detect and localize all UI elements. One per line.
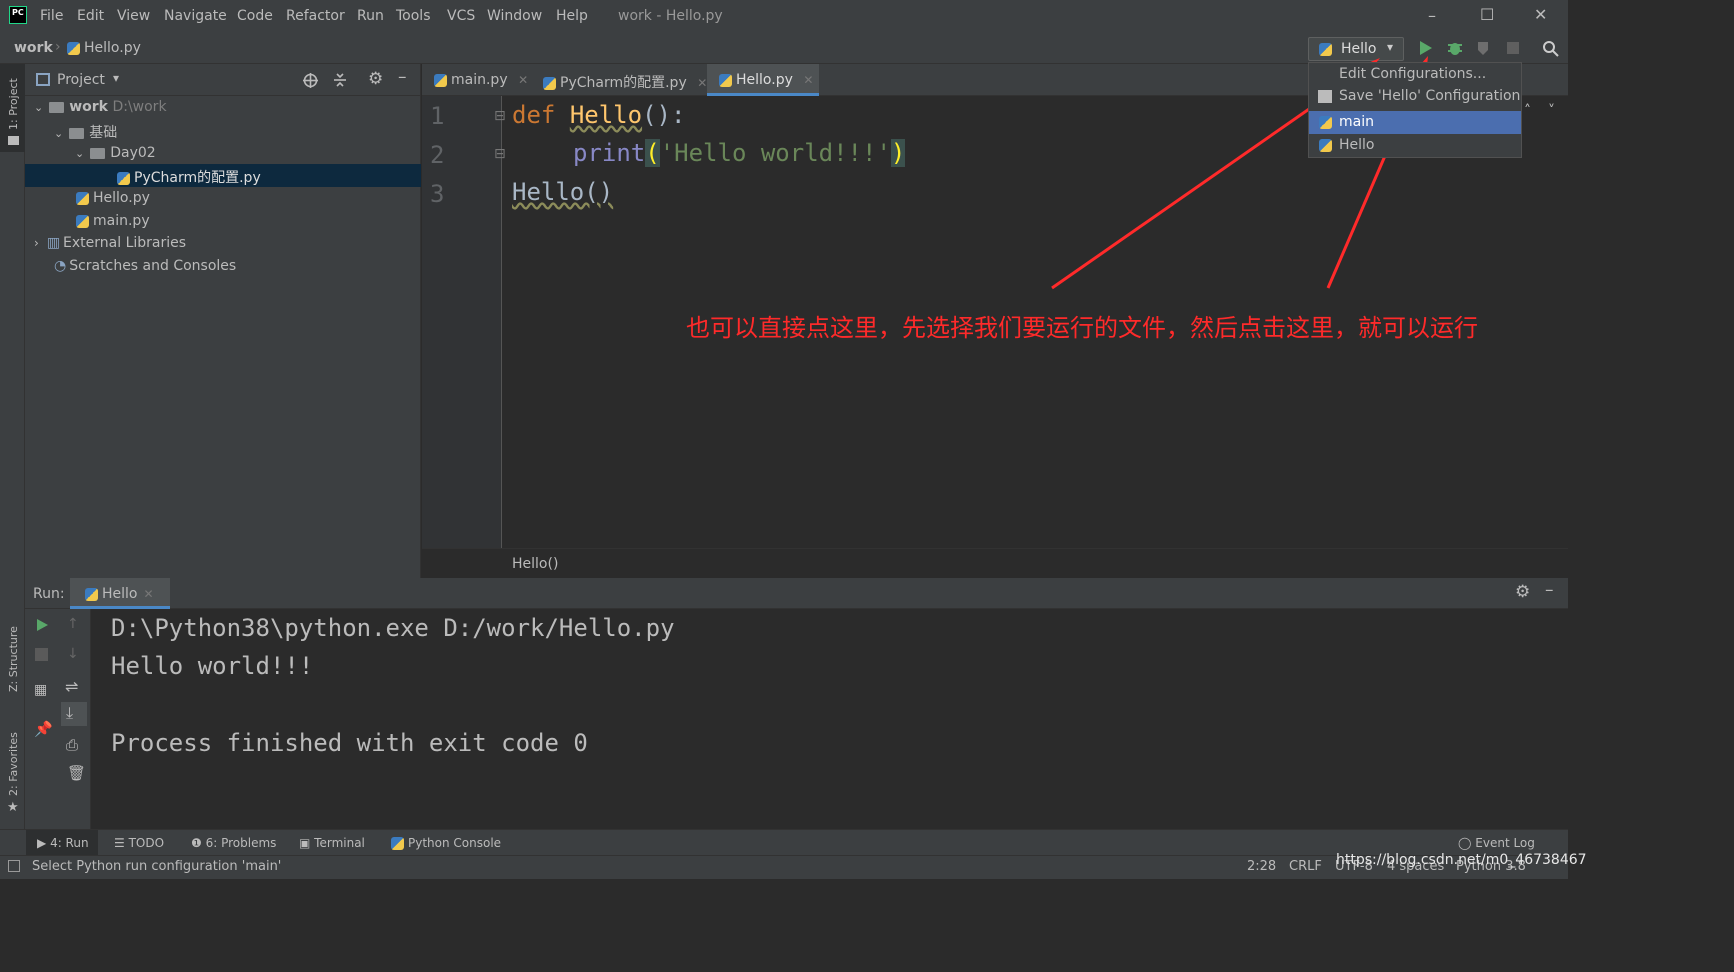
python-icon (1319, 139, 1332, 152)
print-icon[interactable]: ⎙ (66, 736, 78, 754)
scroll-to-end-toggle[interactable] (61, 702, 87, 726)
tool-event-log[interactable]: ◯ Event Log (1458, 836, 1535, 850)
python-icon (391, 837, 404, 850)
tool-label: TODO (128, 836, 165, 850)
caret-position[interactable]: 2:28 (1247, 859, 1276, 874)
tool-terminal[interactable]: ▣ Terminal (299, 836, 365, 850)
scroll-to-end-icon: ⤓ (66, 703, 74, 722)
annotation-text: 也可以直接点这里，先选择我们要运行的文件，然后点击这里，就可以运行 (686, 314, 1478, 342)
tool-windows-toggle-icon[interactable] (8, 860, 20, 872)
play-icon: ▶ (37, 836, 47, 850)
soft-wrap-icon[interactable]: ⇌ (65, 677, 78, 696)
run-console[interactable] (91, 609, 1568, 829)
tool-label: Event Log (1475, 836, 1535, 850)
tool-label: 6: Problems (205, 836, 277, 850)
arrow-up-icon[interactable]: ↑ (67, 616, 79, 632)
run-configuration-dropdown: Edit Configurations... Save 'Hello' Conf… (1308, 62, 1522, 158)
config-item-hello[interactable]: Hello (1339, 137, 1375, 153)
edit-configurations-item[interactable]: Edit Configurations... (1339, 66, 1486, 82)
save-icon (1318, 90, 1332, 103)
tool-todo[interactable]: ☰ TODO (114, 836, 164, 850)
tool-problems[interactable]: ❶ 6: Problems (191, 836, 276, 850)
console-line: D:\Python38\python.exe D:/work/Hello.py (111, 614, 675, 642)
console-line: Hello world!!! (111, 652, 314, 680)
pin-icon[interactable]: 📌 (34, 720, 53, 738)
layout-icon[interactable]: ▦ (34, 682, 47, 698)
python-icon (85, 587, 98, 601)
terminal-icon: ▣ (299, 836, 311, 850)
python-icon (1319, 116, 1332, 129)
run-tab-hello[interactable]: Hello ✕ (85, 586, 154, 602)
stop-icon[interactable] (35, 648, 48, 661)
close-icon[interactable]: ✕ (144, 587, 154, 601)
arrow-down-icon[interactable]: ↓ (67, 646, 79, 662)
tool-label: Terminal (314, 836, 365, 850)
status-message: Select Python run configuration 'main' (32, 859, 282, 874)
line-separator[interactable]: CRLF (1289, 859, 1322, 874)
hide-icon[interactable]: – (1545, 580, 1554, 600)
config-item-main[interactable]: main (1339, 114, 1374, 130)
trash-icon[interactable]: 🗑 (67, 764, 86, 782)
warning-icon: ❶ (191, 836, 202, 850)
rerun-icon[interactable] (35, 618, 49, 632)
run-panel-header (25, 578, 1568, 609)
list-icon: ☰ (114, 836, 125, 850)
watermark: https://blog.csdn.net/m0_46738467 (1336, 852, 1587, 868)
gear-icon[interactable]: ⚙ (1515, 582, 1530, 602)
save-configuration-item[interactable]: Save 'Hello' Configuration (1339, 88, 1520, 104)
tool-label: Python Console (408, 836, 502, 850)
event-log-icon: ◯ (1458, 836, 1472, 850)
tool-label: 4: Run (50, 836, 89, 850)
run-panel-label: Run: (33, 586, 65, 602)
console-line: Process finished with exit code 0 (111, 729, 588, 757)
run-tab-label: Hello (102, 586, 138, 602)
tool-python-console[interactable]: Python Console (391, 836, 501, 850)
tool-run[interactable]: ▶ 4: Run (37, 836, 89, 850)
